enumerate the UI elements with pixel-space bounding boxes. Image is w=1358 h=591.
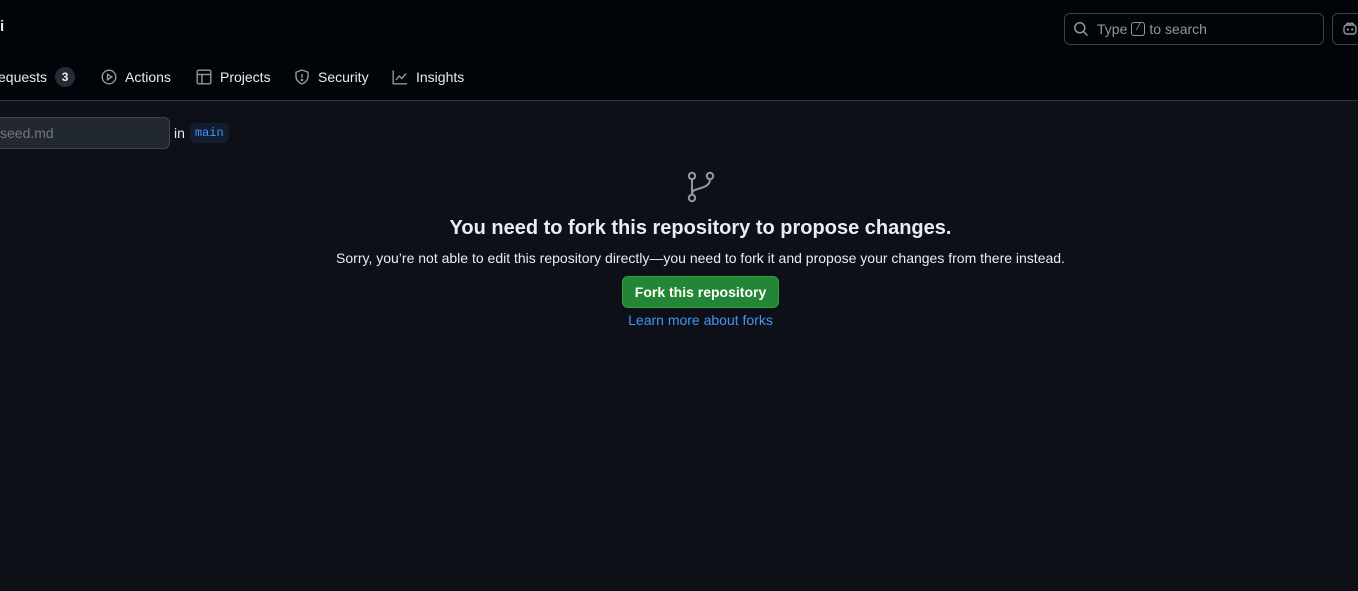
- tab-projects[interactable]: Projects: [196, 64, 271, 90]
- graph-icon: [392, 69, 408, 85]
- search-placeholder-suffix: to search: [1149, 21, 1207, 37]
- tab-insights[interactable]: Insights: [392, 64, 464, 90]
- tab-actions[interactable]: Actions: [101, 64, 171, 90]
- search-input[interactable]: Type / to search: [1064, 13, 1324, 45]
- filename-input[interactable]: [0, 117, 170, 149]
- in-label: in: [174, 125, 185, 141]
- blankslate-description: Sorry, you’re not able to edit this repo…: [336, 250, 1065, 266]
- tab-security-label: Security: [318, 69, 369, 85]
- search-icon: [1073, 21, 1097, 37]
- tab-projects-label: Projects: [220, 69, 271, 85]
- tab-actions-label: Actions: [125, 69, 171, 85]
- shield-icon: [294, 69, 310, 85]
- search-shortcut-key: /: [1131, 22, 1146, 36]
- app-header: i Type / to search equests 3 Actions Pro…: [0, 0, 1358, 101]
- pull-requests-count-badge: 3: [55, 67, 76, 87]
- copilot-icon: [1342, 21, 1358, 37]
- filename-row: in main: [0, 117, 229, 149]
- tab-insights-label: Insights: [416, 69, 465, 85]
- tab-security[interactable]: Security: [294, 64, 369, 90]
- fork-repository-button[interactable]: Fork this repository: [621, 276, 780, 308]
- table-icon: [196, 69, 212, 85]
- git-branch-icon: [686, 170, 716, 204]
- search-placeholder-prefix: Type: [1097, 21, 1128, 37]
- learn-more-forks-link[interactable]: Learn more about forks: [0, 312, 1358, 328]
- repo-title[interactable]: i: [0, 18, 4, 35]
- copilot-button[interactable]: [1332, 13, 1358, 45]
- blankslate-title: You need to fork this repository to prop…: [449, 217, 952, 239]
- tab-pull-requests-label: equests: [0, 69, 48, 85]
- tab-pull-requests[interactable]: equests 3: [0, 64, 76, 90]
- play-circle-icon: [101, 69, 117, 85]
- repo-nav-tabs: equests 3 Actions Projects Security Insi…: [0, 64, 464, 90]
- fork-blankslate: You need to fork this repository to prop…: [0, 170, 1358, 328]
- branch-name-badge[interactable]: main: [189, 123, 229, 143]
